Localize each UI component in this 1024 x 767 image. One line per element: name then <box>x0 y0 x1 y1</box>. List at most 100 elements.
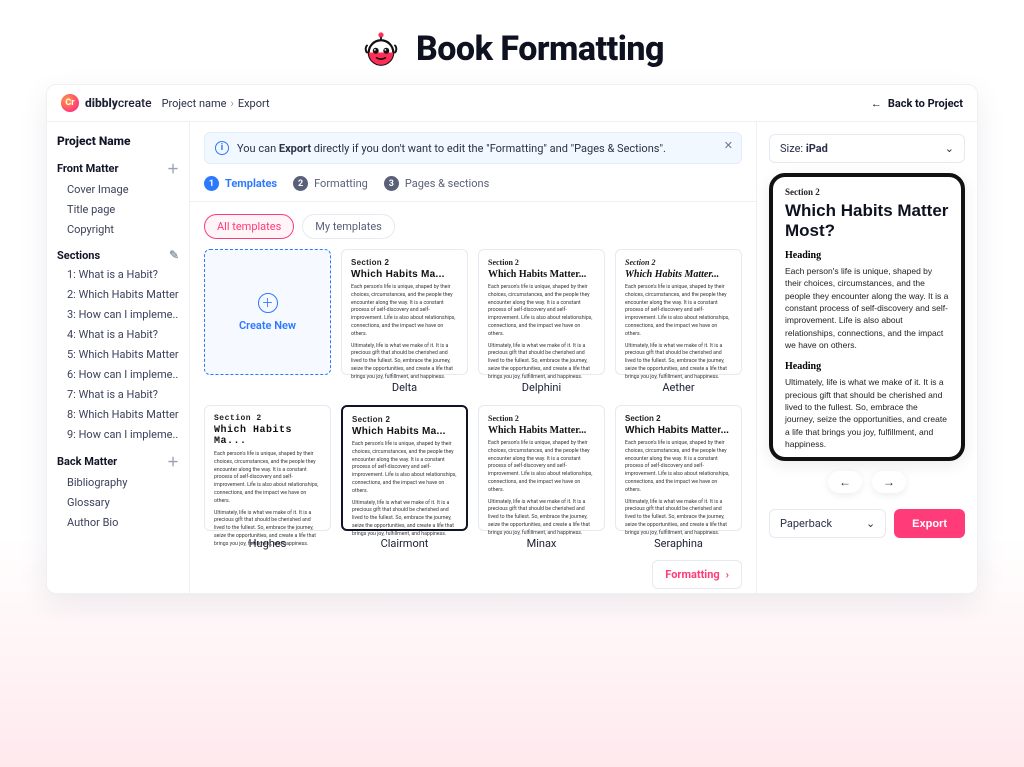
brand[interactable]: Cr dibblycreate <box>61 94 152 112</box>
template-card[interactable]: Section 2 Which Habits Matter... Each pe… <box>615 249 742 375</box>
step-label: Pages & sections <box>405 177 489 190</box>
back-link-label: Back to Project <box>888 97 963 110</box>
sidebar-item-front-matter[interactable]: Title page <box>57 203 179 216</box>
chevron-down-icon: ⌄ <box>866 517 875 530</box>
template-card-body: Each person's life is unique, shaped by … <box>352 441 457 496</box>
sidebar-group-sections[interactable]: Sections <box>57 249 100 262</box>
step-number-icon: 1 <box>204 176 219 191</box>
template-card-title: Which Habits Ma... <box>351 269 458 280</box>
step-number-icon: 2 <box>293 176 308 191</box>
step-tab[interactable]: 3 Pages & sections <box>384 176 489 191</box>
sidebar-item-front-matter[interactable]: Copyright <box>57 223 179 236</box>
chevron-right-icon: › <box>231 97 234 110</box>
topbar: Cr dibblycreate Project name › Export ← … <box>47 85 977 122</box>
template-card-body: Ultimately, life is what we make of it. … <box>488 343 595 382</box>
step-tab[interactable]: 2Formatting <box>293 176 368 191</box>
preview-heading: Heading <box>785 361 949 372</box>
hero-title: Book Formatting <box>416 29 664 69</box>
template-section-label: Section 2 <box>351 258 458 267</box>
next-page-button[interactable]: → <box>872 471 906 493</box>
sidebar-item-section[interactable]: 1: What is a Habit? <box>57 268 179 281</box>
sidebar: Project Name Front Matter ＋ Cover Image T… <box>47 122 189 593</box>
template-card[interactable]: Section 2 Which Habits Matter... Each pe… <box>615 405 742 531</box>
create-new-template[interactable]: ＋ Create New <box>204 249 331 375</box>
prev-page-button[interactable]: ← <box>828 471 862 493</box>
sidebar-item-back-matter[interactable]: Author Bio <box>57 516 179 529</box>
template-section-label: Section 2 <box>625 258 732 267</box>
template-card[interactable]: Section 2 Which Habits Matter... Each pe… <box>478 405 605 531</box>
template-name: Clairmont <box>381 537 429 550</box>
template-card[interactable]: Section 2 Which Habits Ma... Each person… <box>204 405 331 531</box>
breadcrumb-item[interactable]: Export <box>238 97 270 110</box>
chip-my-templates[interactable]: My templates <box>302 214 395 239</box>
template-name: Minax <box>527 537 557 550</box>
output-format-label: Paperback <box>780 517 832 530</box>
template-section-label: Section 2 <box>488 414 595 423</box>
preview-paragraph: Each person's life is unique, shaped by … <box>785 265 949 351</box>
sidebar-item-back-matter[interactable]: Bibliography <box>57 476 179 489</box>
template-name: Seraphina <box>654 537 703 550</box>
device-preview: Section 2 Which Habits Matter Most? Head… <box>769 173 965 461</box>
template-card-body: Ultimately, life is what we make of it. … <box>625 499 732 538</box>
template-card-body: Ultimately, life is what we make of it. … <box>488 499 595 538</box>
next-formatting-button[interactable]: Formatting › <box>652 560 742 589</box>
sidebar-item-section[interactable]: 5: Which Habits Matter <box>57 348 179 361</box>
export-button[interactable]: Export <box>894 509 965 538</box>
template-card-title: Which Habits Matter... <box>488 425 595 436</box>
sidebar-item-section[interactable]: 4: What is a Habit? <box>57 328 179 341</box>
app-window: Cr dibblycreate Project name › Export ← … <box>46 84 978 594</box>
close-icon[interactable]: ✕ <box>724 139 733 152</box>
sidebar-item-section[interactable]: 6: How can I impleme.. <box>57 368 179 381</box>
sidebar-group-front-matter[interactable]: Front Matter <box>57 162 119 175</box>
template-name: Delta <box>392 381 417 394</box>
sidebar-item-section[interactable]: 2: Which Habits Matter <box>57 288 179 301</box>
preview-heading: Heading <box>785 250 949 261</box>
arrow-left-icon: ← <box>871 97 882 110</box>
brand-badge-icon: Cr <box>61 94 79 112</box>
preview-panel: Size: iPad ⌄ Section 2 Which Habits Matt… <box>757 122 977 593</box>
sidebar-item-section[interactable]: 3: How can I impleme.. <box>57 308 179 321</box>
output-format-select[interactable]: Paperback ⌄ <box>769 509 886 538</box>
preview-size-select[interactable]: Size: iPad ⌄ <box>769 134 965 163</box>
back-to-project-link[interactable]: ← Back to Project <box>871 97 963 110</box>
preview-paragraph: Ultimately, life is what we make of it. … <box>785 376 949 450</box>
template-card[interactable]: Section 2 Which Habits Matter... Each pe… <box>478 249 605 375</box>
sidebar-item-back-matter[interactable]: Glossary <box>57 496 179 509</box>
template-card-body: Each person's life is unique, shaped by … <box>214 451 321 506</box>
preview-title: Which Habits Matter Most? <box>785 201 949 240</box>
plus-icon[interactable]: ＋ <box>167 160 179 177</box>
plus-icon[interactable]: ＋ <box>167 453 179 470</box>
step-tab[interactable]: 1Templates <box>204 176 277 191</box>
template-card-body: Each person's life is unique, shaped by … <box>488 284 595 339</box>
sidebar-item-section[interactable]: 7: What is a Habit? <box>57 388 179 401</box>
info-banner: i You can Export directly if you don't w… <box>204 132 742 164</box>
sidebar-group-back-matter[interactable]: Back Matter <box>57 455 117 468</box>
arrow-right-icon: → <box>883 475 895 489</box>
template-card-title: Which Habits Matter... <box>625 425 732 436</box>
preview-section-label: Section 2 <box>785 187 949 197</box>
pencil-icon[interactable]: ✎ <box>169 248 179 262</box>
template-card-title: Which Habits Ma... <box>214 425 321 447</box>
template-name: Hughes <box>249 537 287 550</box>
plus-circle-icon: ＋ <box>258 293 278 313</box>
main-panel: i You can Export directly if you don't w… <box>189 122 757 593</box>
breadcrumb-item[interactable]: Project name <box>162 97 227 110</box>
template-card-title: Which Habits Matter... <box>488 269 595 280</box>
template-card-body: Each person's life is unique, shaped by … <box>625 440 732 495</box>
step-number-icon: 3 <box>384 176 399 191</box>
banner-text: You can Export directly if you don't wan… <box>237 142 666 155</box>
step-tabs: 1Templates 2Formatting 3 Pages & sections <box>190 172 756 202</box>
template-card-body: Each person's life is unique, shaped by … <box>625 284 732 339</box>
size-select-label: Size: iPad <box>780 142 828 155</box>
template-card-body: Each person's life is unique, shaped by … <box>351 284 458 339</box>
brand-name: dibblycreate <box>85 96 152 110</box>
chip-all-templates[interactable]: All templates <box>204 214 294 239</box>
sidebar-project-title: Project Name <box>57 134 179 148</box>
sidebar-item-front-matter[interactable]: Cover Image <box>57 183 179 196</box>
preview-pager: ← → <box>769 471 965 493</box>
sidebar-item-section[interactable]: 8: Which Habits Matter <box>57 408 179 421</box>
template-card[interactable]: Section 2 Which Habits Ma... Each person… <box>341 405 468 531</box>
template-card[interactable]: Section 2 Which Habits Ma... Each person… <box>341 249 468 375</box>
sidebar-item-section[interactable]: 9: How can I impleme.. <box>57 428 179 441</box>
template-name: Delphini <box>522 381 561 394</box>
